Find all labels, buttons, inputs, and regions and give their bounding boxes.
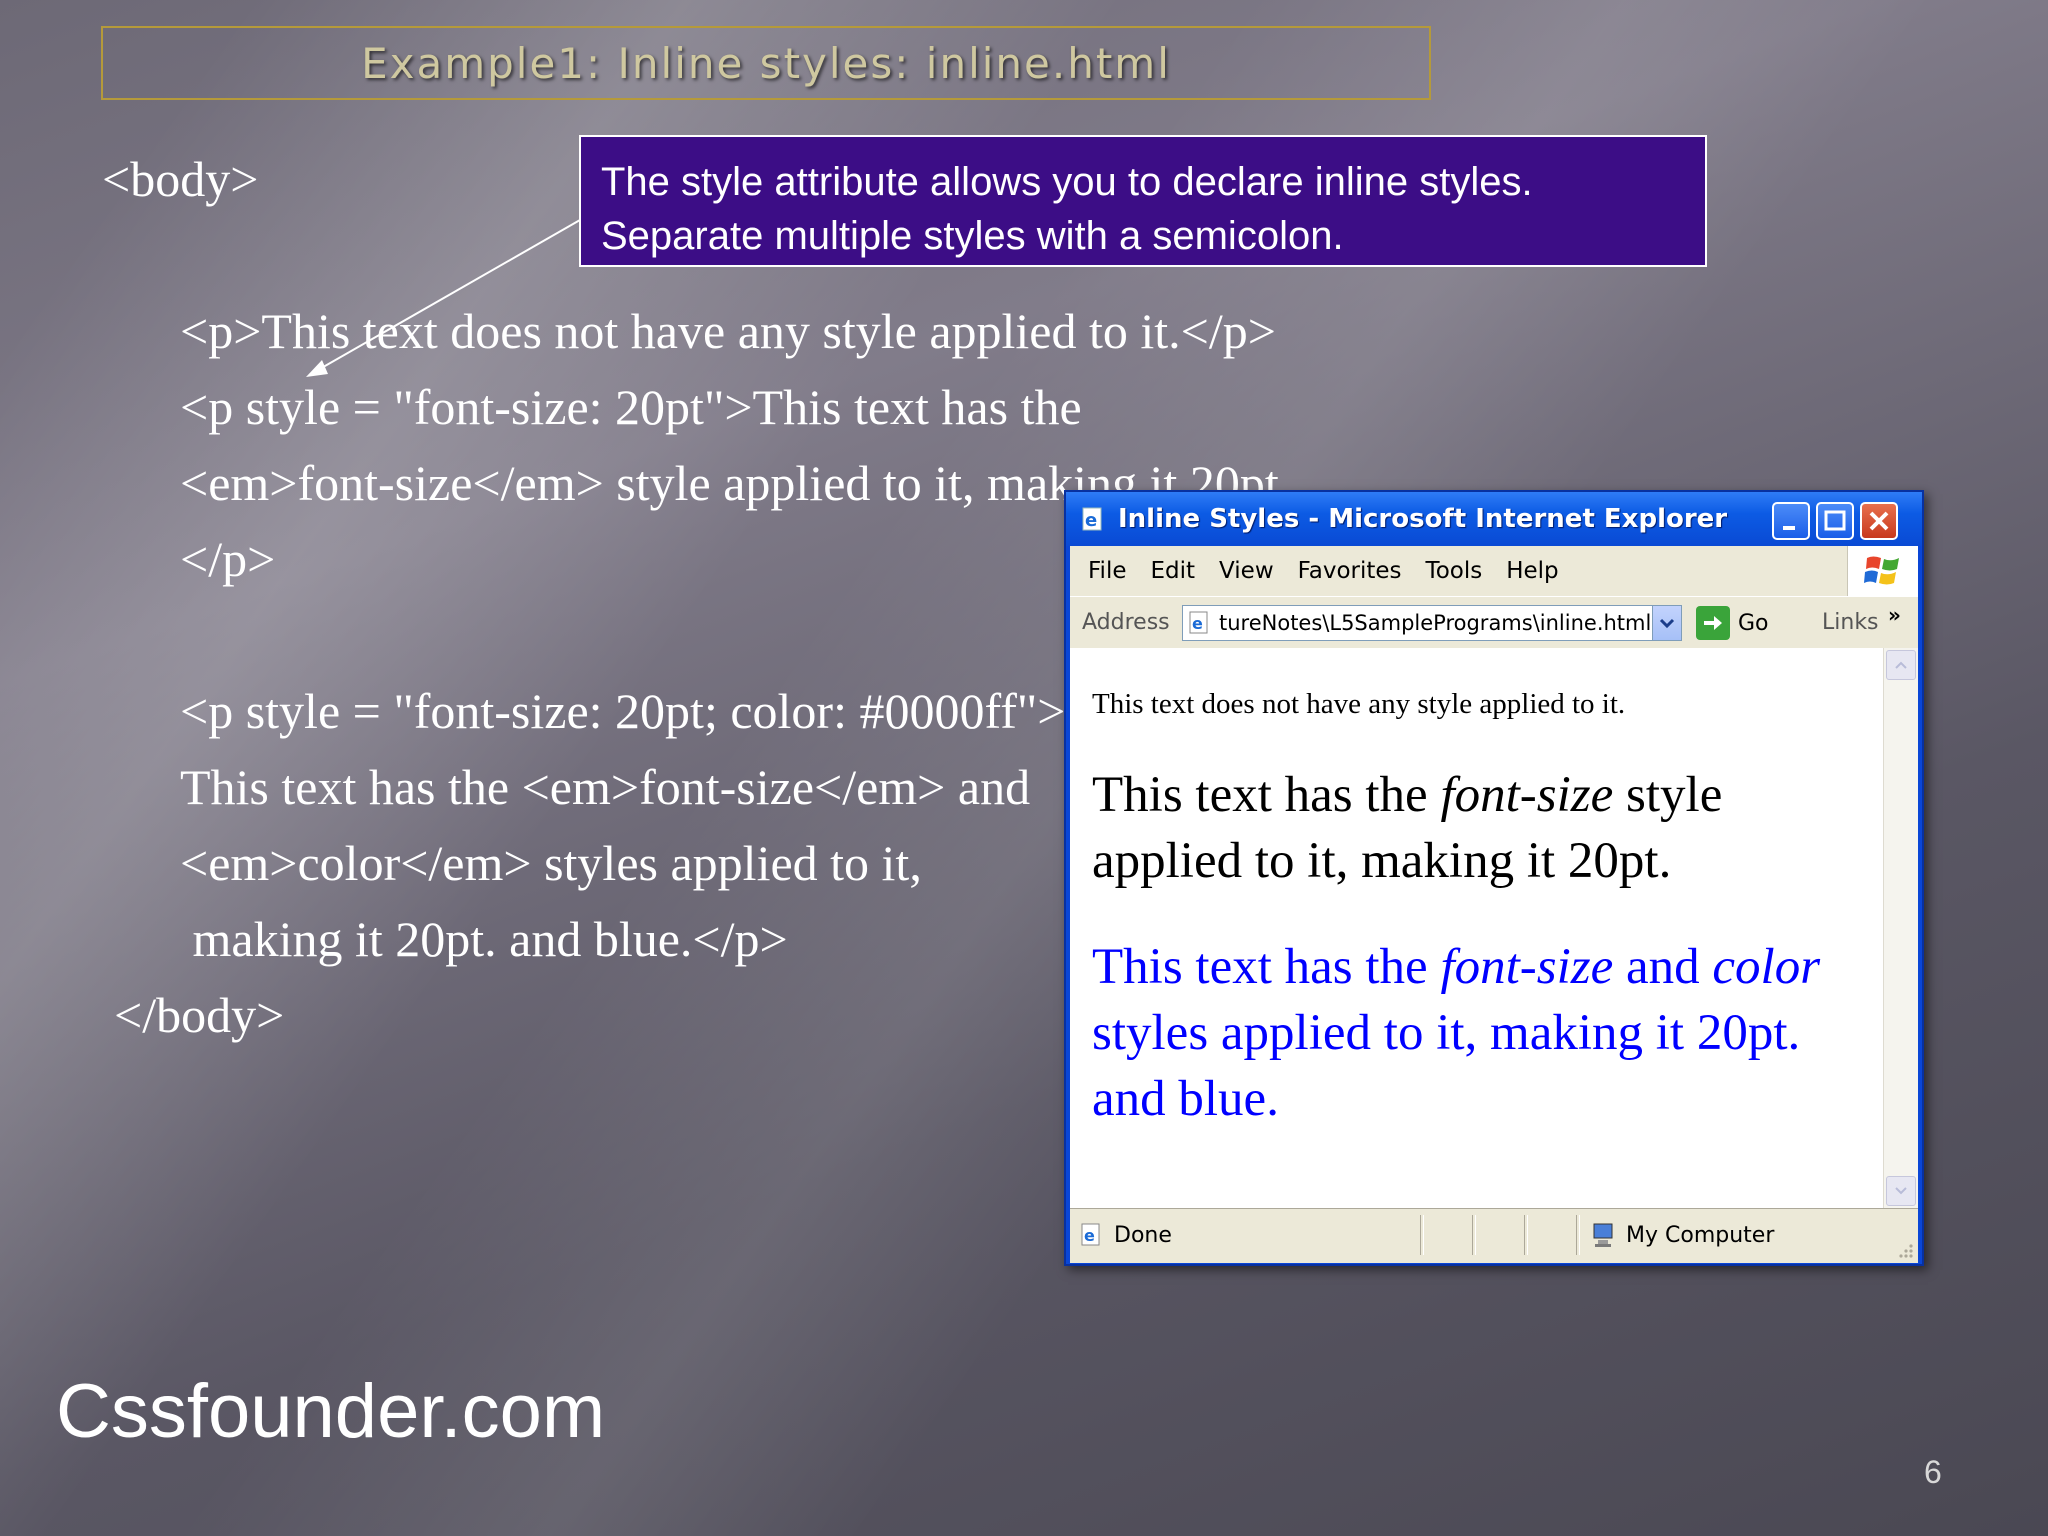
ie-logo-icon: e (1078, 504, 1108, 534)
close-icon (1869, 511, 1889, 531)
chevron-right-double-icon[interactable]: » (1888, 603, 1901, 627)
status-divider (1576, 1215, 1580, 1255)
address-label: Address (1082, 610, 1170, 635)
address-input[interactable]: e tureNotes\L5SamplePrograms\inline.html (1182, 605, 1682, 641)
menu-view[interactable]: View (1219, 558, 1274, 584)
p2-em: font-size (1440, 767, 1614, 823)
go-label: Go (1738, 610, 1769, 636)
callout-box: The style attribute allows you to declar… (579, 135, 1707, 267)
minimize-button[interactable] (1772, 502, 1810, 540)
address-value: tureNotes\L5SamplePrograms\inline.html (1219, 611, 1652, 635)
page-paragraph-blue: This text has the font-size and color st… (1092, 934, 1852, 1132)
menu-tools[interactable]: Tools (1426, 558, 1483, 584)
p3-text-c: styles applied to it, making it 20pt. an… (1092, 1005, 1801, 1127)
go-arrow-icon (1696, 606, 1730, 640)
page-icon: e (1189, 611, 1208, 634)
page-paragraph-20pt: This text has the font-size style applie… (1092, 762, 1852, 894)
windows-logo-icon (1847, 546, 1918, 596)
links-button[interactable]: Links (1822, 610, 1879, 635)
go-button[interactable]: Go (1696, 606, 1769, 640)
window-titlebar[interactable]: e Inline Styles - Microsoft Internet Exp… (1066, 492, 1922, 546)
svg-text:e: e (1192, 614, 1203, 633)
vertical-scrollbar[interactable] (1883, 648, 1918, 1208)
minimize-icon (1783, 526, 1795, 530)
status-divider (1472, 1215, 1476, 1255)
window-title: Inline Styles - Microsoft Internet Explo… (1118, 504, 1728, 534)
scroll-down-button[interactable] (1886, 1176, 1916, 1206)
page-paragraph-plain: This text does not have any style applie… (1092, 688, 1626, 720)
chevron-down-icon (1895, 1187, 1907, 1195)
page-done-icon: e (1081, 1223, 1100, 1246)
resize-grip-icon[interactable] (1896, 1241, 1914, 1259)
browser-content: This text does not have any style applie… (1070, 648, 1918, 1208)
ie-browser-window: e Inline Styles - Microsoft Internet Exp… (1064, 490, 1924, 1266)
svg-text:e: e (1085, 510, 1097, 531)
chevron-up-icon (1895, 661, 1907, 669)
status-bar: e Done My Computer (1070, 1208, 1918, 1263)
status-divider (1420, 1215, 1424, 1255)
p3-em-2: color (1712, 939, 1821, 995)
close-button[interactable] (1860, 502, 1898, 540)
p3-text-a: This text has the (1092, 939, 1441, 995)
menu-help[interactable]: Help (1506, 558, 1558, 584)
maximize-icon (1824, 510, 1846, 531)
address-dropdown-button[interactable] (1652, 606, 1681, 640)
page-number: 6 (1924, 1454, 1942, 1490)
security-zone: My Computer (1590, 1221, 1774, 1249)
menu-bar: File Edit View Favorites Tools Help (1070, 546, 1918, 596)
status-text: Done (1114, 1222, 1172, 1248)
status-done: e Done (1078, 1221, 1172, 1249)
callout-line-1: The style attribute allows you to declar… (601, 160, 1533, 204)
callout-line-2: Separate multiple styles with a semicolo… (601, 214, 1344, 258)
p3-em-1: font-size (1440, 939, 1614, 995)
menu-edit[interactable]: Edit (1151, 558, 1196, 584)
menu-favorites[interactable]: Favorites (1298, 558, 1402, 584)
zone-text: My Computer (1626, 1222, 1775, 1248)
maximize-button[interactable] (1816, 502, 1854, 540)
svg-text:e: e (1084, 1226, 1095, 1245)
p3-text-b: and (1613, 939, 1713, 995)
menu-file[interactable]: File (1088, 558, 1127, 584)
address-bar: Address e tureNotes\L5SamplePrograms\inl… (1070, 596, 1918, 650)
p2-text-a: This text has the (1092, 767, 1441, 823)
status-divider (1524, 1215, 1528, 1255)
computer-icon (1593, 1223, 1613, 1247)
scroll-up-button[interactable] (1886, 650, 1916, 680)
watermark: Cssfounder.com (56, 1369, 606, 1454)
chevron-down-icon (1659, 618, 1675, 629)
